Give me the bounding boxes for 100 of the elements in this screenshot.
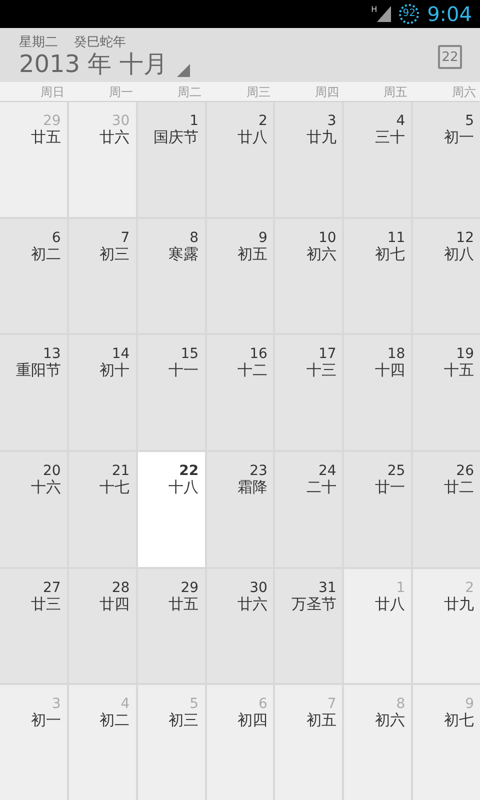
day-cell[interactable]: 19 十五 <box>413 335 480 450</box>
lunar-date: 十七 <box>100 478 130 497</box>
day-number: 14 <box>112 347 130 362</box>
day-cell[interactable]: 14 初十 <box>68 335 136 450</box>
day-number: 9 <box>258 230 268 245</box>
lunar-date: 初二 <box>30 244 61 264</box>
day-number: 30 <box>250 580 268 595</box>
lunar-date: 初五 <box>237 244 268 264</box>
day-cell[interactable]: 4 三十 <box>344 102 412 217</box>
day-cell[interactable]: 2 廿九 <box>413 568 480 684</box>
day-cell[interactable]: 7 初三 <box>68 218 136 334</box>
day-number: 24 <box>318 464 336 478</box>
dropdown-triangle-icon[interactable] <box>177 64 190 76</box>
day-cell[interactable]: 27 廿三 <box>0 568 67 684</box>
day-cell[interactable]: 30 廿六 <box>68 102 136 217</box>
day-cell[interactable]: 20 十六 <box>0 452 67 567</box>
day-cell[interactable]: 5 初一 <box>413 102 480 217</box>
day-number: 20 <box>43 464 61 478</box>
day-number: 5 <box>465 114 474 128</box>
day-cell[interactable]: 31 万圣节 <box>275 568 342 684</box>
day-number: 29 <box>180 580 199 595</box>
day-number: 8 <box>396 697 406 712</box>
day-cell[interactable]: 28 廿四 <box>68 568 136 684</box>
day-number: 26 <box>456 464 474 478</box>
day-number: 30 <box>112 114 130 128</box>
day-cell[interactable]: 21 十七 <box>68 452 136 567</box>
day-number: 1 <box>190 114 199 128</box>
lunar-date: 廿一 <box>375 478 406 497</box>
day-cell[interactable]: 2 廿八 <box>206 102 274 217</box>
day-number: 1 <box>396 580 406 595</box>
day-cell[interactable]: 3 初一 <box>0 685 67 800</box>
day-cell[interactable]: 7 初五 <box>275 685 342 800</box>
day-number: 12 <box>456 230 474 245</box>
lunar-date: 十六 <box>30 478 61 497</box>
day-number: 25 <box>387 464 406 478</box>
lunar-date: 廿二 <box>444 478 474 497</box>
day-cell[interactable]: 10 初六 <box>275 218 342 334</box>
lunar-date: 初一 <box>30 711 61 730</box>
day-number: 4 <box>120 697 130 712</box>
month-title[interactable]: 2013 年 十月 <box>19 48 168 78</box>
day-cell[interactable]: 24 二十 <box>275 452 342 567</box>
day-number: 2 <box>465 580 474 595</box>
day-number: 29 <box>43 114 61 128</box>
day-cell[interactable]: 25 廿一 <box>344 452 412 567</box>
weekday-header: 周五 <box>382 84 408 101</box>
day-cell[interactable]: 1 廿八 <box>344 568 412 684</box>
day-number: 16 <box>250 347 268 362</box>
day-cell[interactable]: 18 十四 <box>344 335 412 450</box>
day-cell[interactable]: 16 十二 <box>206 335 274 450</box>
lunar-date: 十四 <box>375 361 406 380</box>
day-cell[interactable]: 9 初七 <box>413 685 480 800</box>
lunar-date: 廿五 <box>168 594 199 614</box>
day-cell[interactable]: 3 廿九 <box>275 102 342 217</box>
day-number: 6 <box>258 697 268 712</box>
day-number: 21 <box>112 464 130 478</box>
day-cell[interactable]: 8 寒露 <box>138 218 205 334</box>
day-cell[interactable]: 6 初二 <box>0 218 67 334</box>
day-cell[interactable]: 11 初七 <box>344 218 412 334</box>
weekday-header: 周三 <box>245 84 272 101</box>
day-cell[interactable]: 23 霜降 <box>206 452 274 567</box>
day-cell[interactable]: 12 初八 <box>413 218 480 334</box>
day-cell[interactable]: 5 初三 <box>138 685 205 800</box>
day-cell[interactable]: 4 初二 <box>68 685 136 800</box>
lunar-date: 廿八 <box>375 594 406 614</box>
day-cell[interactable]: 6 初四 <box>206 685 274 800</box>
day-cell[interactable]: 26 廿二 <box>413 452 480 567</box>
lunar-date: 初七 <box>444 711 474 730</box>
day-cell[interactable]: 1 国庆节 <box>138 102 205 217</box>
day-number: 28 <box>112 580 130 595</box>
day-number: 3 <box>327 114 336 128</box>
day-cell[interactable]: 30 廿六 <box>206 568 274 684</box>
day-number: 31 <box>318 580 336 595</box>
day-number: 23 <box>250 464 268 478</box>
weekday-header: 周六 <box>450 84 477 101</box>
day-number: 2 <box>258 114 268 128</box>
lunar-date: 廿九 <box>444 594 474 614</box>
lunar-date: 二十 <box>306 478 336 497</box>
day-cell[interactable]: 8 初六 <box>344 685 412 800</box>
day-cell[interactable]: 17 十三 <box>275 335 342 450</box>
lunar-date: 初一 <box>444 128 474 147</box>
lunar-year-label: 癸巳蛇年 <box>74 36 126 48</box>
lunar-date: 重阳节 <box>16 361 61 380</box>
day-cell[interactable]: 29 廿五 <box>0 102 67 217</box>
battery-indicator: 92 <box>399 4 420 24</box>
lunar-date: 廿六 <box>100 128 130 147</box>
day-number: 10 <box>318 230 336 245</box>
day-cell[interactable]: 29 廿五 <box>138 568 205 684</box>
lunar-date: 廿九 <box>306 128 336 147</box>
weekday-header: 周四 <box>314 84 340 101</box>
day-number: 7 <box>327 697 336 712</box>
day-cell[interactable]: 15 十一 <box>138 335 205 450</box>
day-cell[interactable]: 13 重阳节 <box>0 335 67 450</box>
day-cell[interactable]: 22 十八 <box>138 452 205 567</box>
day-cell[interactable]: 9 初五 <box>206 218 274 334</box>
day-number: 4 <box>396 114 406 128</box>
weekday-header: 周二 <box>176 84 203 101</box>
lunar-date: 万圣节 <box>291 594 336 614</box>
day-number: 9 <box>465 697 474 712</box>
lunar-date: 廿四 <box>100 594 130 614</box>
lunar-date: 初三 <box>168 711 199 730</box>
